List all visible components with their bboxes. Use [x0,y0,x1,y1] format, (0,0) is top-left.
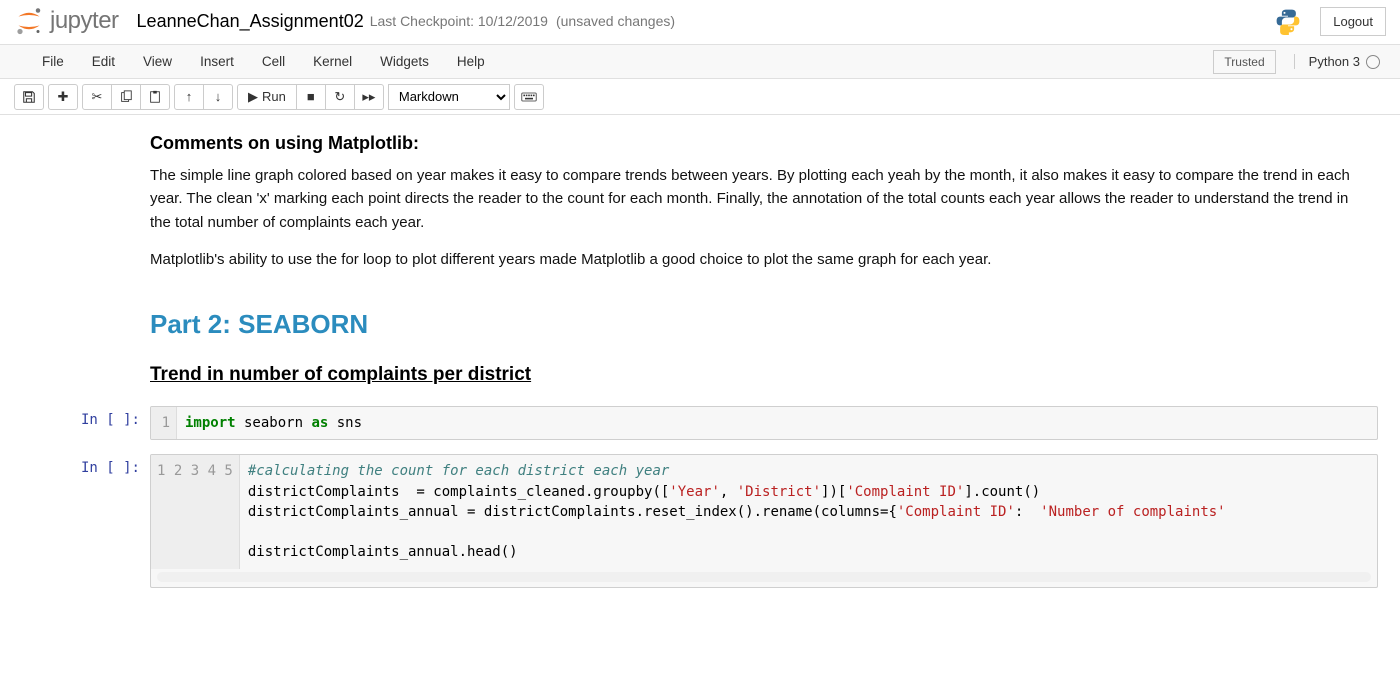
notebook-container: Comments on using Matplotlib: The simple… [0,115,1400,620]
cell-type-select[interactable]: Markdown [388,84,510,110]
code-body[interactable]: import seaborn as sns [177,407,1377,439]
menu-view[interactable]: View [129,46,186,77]
unsaved-text: (unsaved changes) [556,13,675,29]
input-prompt: In [ ]: [22,454,150,587]
move-down-button[interactable]: ↓ [203,84,233,110]
menubar: File Edit View Insert Cell Kernel Widget… [0,45,1400,79]
line-gutter: 1 [151,407,177,439]
insert-cell-button[interactable]: ✚ [48,84,78,110]
jupyter-logo-text: jupyter [50,7,119,35]
code-cell-1[interactable]: In [ ]: 1 import seaborn as sns [22,406,1378,440]
run-icon: ▶ [248,89,258,105]
code-body[interactable]: #calculating the count for each district… [240,455,1377,568]
keyboard-icon [521,91,537,103]
save-icon [22,90,36,104]
heading-matplotlib: Comments on using Matplotlib: [150,133,1360,154]
menu-help[interactable]: Help [443,46,499,77]
heading-trend: Trend in number of complaints per distri… [150,364,1360,386]
code-input-area[interactable]: 1 2 3 4 5 #calculating the count for eac… [150,454,1378,587]
checkpoint-text: Last Checkpoint: 10/12/2019 [370,13,548,29]
fast-forward-icon: ▸▸ [362,89,375,105]
code-cell-2[interactable]: In [ ]: 1 2 3 4 5 #calculating the count… [22,454,1378,587]
run-button[interactable]: ▶Run [237,84,297,110]
menu-file[interactable]: File [28,46,78,77]
command-palette-button[interactable] [514,84,544,110]
restart-button[interactable]: ↻ [325,84,355,110]
menu-widgets[interactable]: Widgets [366,46,443,77]
menu-kernel[interactable]: Kernel [299,46,366,77]
python-logo-icon [1274,7,1302,35]
plus-icon: ✚ [58,89,69,105]
notebook-header: jupyter LeanneChan_Assignment02 Last Che… [0,0,1400,45]
markdown-cell[interactable]: Comments on using Matplotlib: The simple… [150,133,1360,386]
heading-seaborn: Part 2: SEABORN [150,309,1360,340]
move-up-button[interactable]: ↑ [174,84,204,110]
code-input-area[interactable]: 1 import seaborn as sns [150,406,1378,440]
menu-cell[interactable]: Cell [248,46,299,77]
paste-button[interactable] [140,84,170,110]
save-button[interactable] [14,84,44,110]
input-prompt: In [ ]: [22,406,150,440]
restart-icon: ↻ [334,89,345,105]
logout-button[interactable]: Logout [1320,7,1386,36]
notebook-title[interactable]: LeanneChan_Assignment02 [137,11,364,32]
horizontal-scrollbar[interactable] [157,572,1371,582]
paragraph-1: The simple line graph colored based on y… [150,164,1360,234]
trusted-badge[interactable]: Trusted [1213,50,1275,74]
arrow-down-icon: ↓ [215,89,222,104]
paragraph-2: Matplotlib's ability to use the for loop… [150,248,1360,271]
toolbar: ✚ ✂ ↑ ↓ ▶Run ■ ↻ ▸▸ Markdown [0,79,1400,115]
kernel-status-icon [1366,55,1380,69]
restart-run-all-button[interactable]: ▸▸ [354,84,384,110]
menu-edit[interactable]: Edit [78,46,129,77]
arrow-up-icon: ↑ [186,89,193,104]
jupyter-logo-icon [14,6,44,36]
paste-icon [148,90,162,104]
interrupt-button[interactable]: ■ [296,84,326,110]
copy-button[interactable] [111,84,141,110]
line-gutter: 1 2 3 4 5 [151,455,240,568]
scissors-icon: ✂ [92,89,103,105]
jupyter-logo[interactable]: jupyter [14,6,119,36]
kernel-name[interactable]: Python 3 [1294,54,1386,70]
stop-icon: ■ [307,89,315,104]
copy-icon [119,90,133,104]
menu-insert[interactable]: Insert [186,46,248,77]
cut-button[interactable]: ✂ [82,84,112,110]
